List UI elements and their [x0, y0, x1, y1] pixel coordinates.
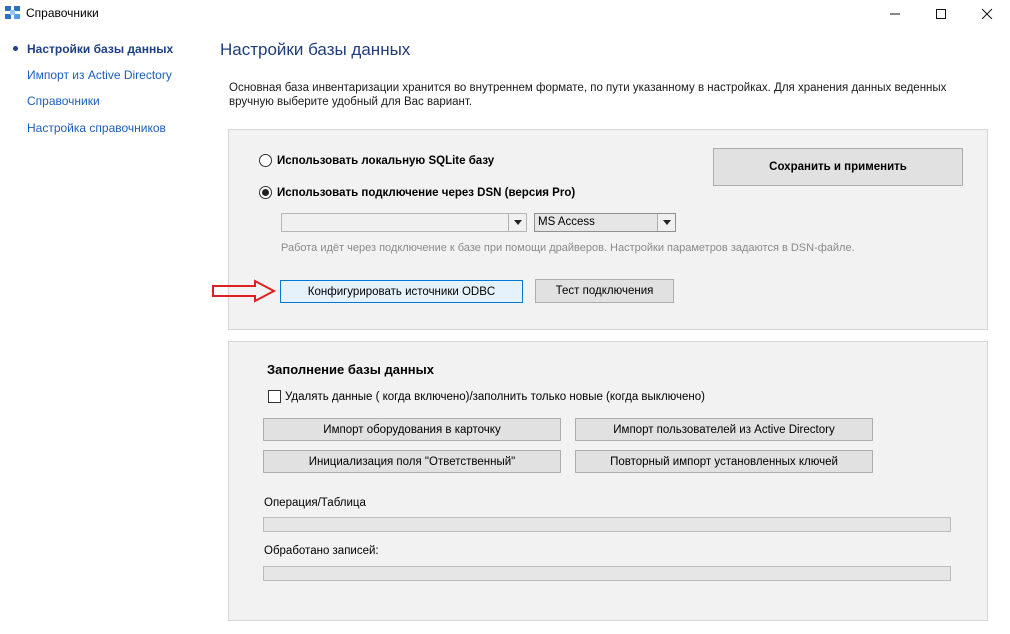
active-bullet-icon — [13, 46, 18, 51]
red-arrow-icon — [212, 279, 277, 303]
minimize-button[interactable] — [872, 0, 918, 28]
window-title: Справочники — [26, 6, 99, 20]
init-responsible-button[interactable]: Инициализация поля "Ответственный" — [263, 450, 561, 473]
dsn-select[interactable] — [281, 213, 527, 232]
delete-data-checkbox-label: Удалять данные ( когда включено)/заполни… — [285, 390, 706, 403]
app-grid-icon — [5, 6, 21, 20]
delete-data-checkbox-row[interactable]: Удалять данные ( когда включено)/заполни… — [268, 390, 705, 403]
reimport-keys-button[interactable]: Повторный импорт установленных ключей — [575, 450, 873, 473]
processed-progress-bar — [263, 566, 951, 581]
page-title: Настройки базы данных — [220, 40, 411, 59]
operation-label: Операция/Таблица — [264, 497, 366, 509]
operation-progress-bar — [263, 517, 951, 532]
close-button[interactable] — [964, 0, 1010, 28]
radio-dsn-label: Использовать подключение через DSN (верс… — [277, 186, 576, 199]
minimize-icon — [890, 13, 900, 15]
sidebar-item-directories[interactable]: Справочники — [27, 94, 100, 108]
import-equipment-button[interactable]: Импорт оборудования в карточку — [263, 418, 561, 441]
driver-select[interactable]: MS Access — [534, 213, 676, 232]
radio-dsn-button[interactable] — [259, 186, 272, 199]
fill-section-title: Заполнение базы данных — [267, 362, 434, 377]
maximize-icon — [936, 9, 946, 19]
main-window: Справочники Настройки базы данных Импорт… — [0, 0, 1010, 634]
close-icon — [981, 8, 993, 20]
chevron-down-icon — [657, 214, 675, 231]
processed-label: Обработано записей: — [264, 545, 379, 557]
radio-sqlite-button[interactable] — [259, 154, 272, 167]
maximize-button[interactable] — [918, 0, 964, 28]
chevron-down-icon — [508, 214, 526, 231]
save-apply-button[interactable]: Сохранить и применить — [713, 148, 963, 186]
radio-dsn[interactable]: Использовать подключение через DSN (верс… — [259, 186, 575, 199]
sidebar-item-ad-import[interactable]: Импорт из Active Directory — [27, 68, 172, 82]
sidebar-item-db-settings[interactable]: Настройки базы данных — [27, 42, 173, 56]
import-users-button[interactable]: Импорт пользователей из Active Directory — [575, 418, 873, 441]
radio-sqlite[interactable]: Использовать локальную SQLite базу — [259, 154, 494, 167]
sidebar-item-directory-settings[interactable]: Настройка справочников — [27, 121, 166, 135]
delete-data-checkbox[interactable] — [268, 390, 281, 403]
test-connection-button[interactable]: Тест подключения — [535, 279, 674, 303]
title-bar[interactable]: Справочники — [0, 0, 1010, 28]
radio-sqlite-label: Использовать локальную SQLite базу — [277, 154, 495, 167]
configure-odbc-button[interactable]: Конфигурировать источники ODBC — [280, 280, 523, 303]
dsn-hint-text: Работа идёт через подключение к базе при… — [281, 242, 855, 254]
page-description: Основная база инвентаризации хранится во… — [229, 82, 947, 108]
driver-select-value: MS Access — [538, 216, 595, 228]
